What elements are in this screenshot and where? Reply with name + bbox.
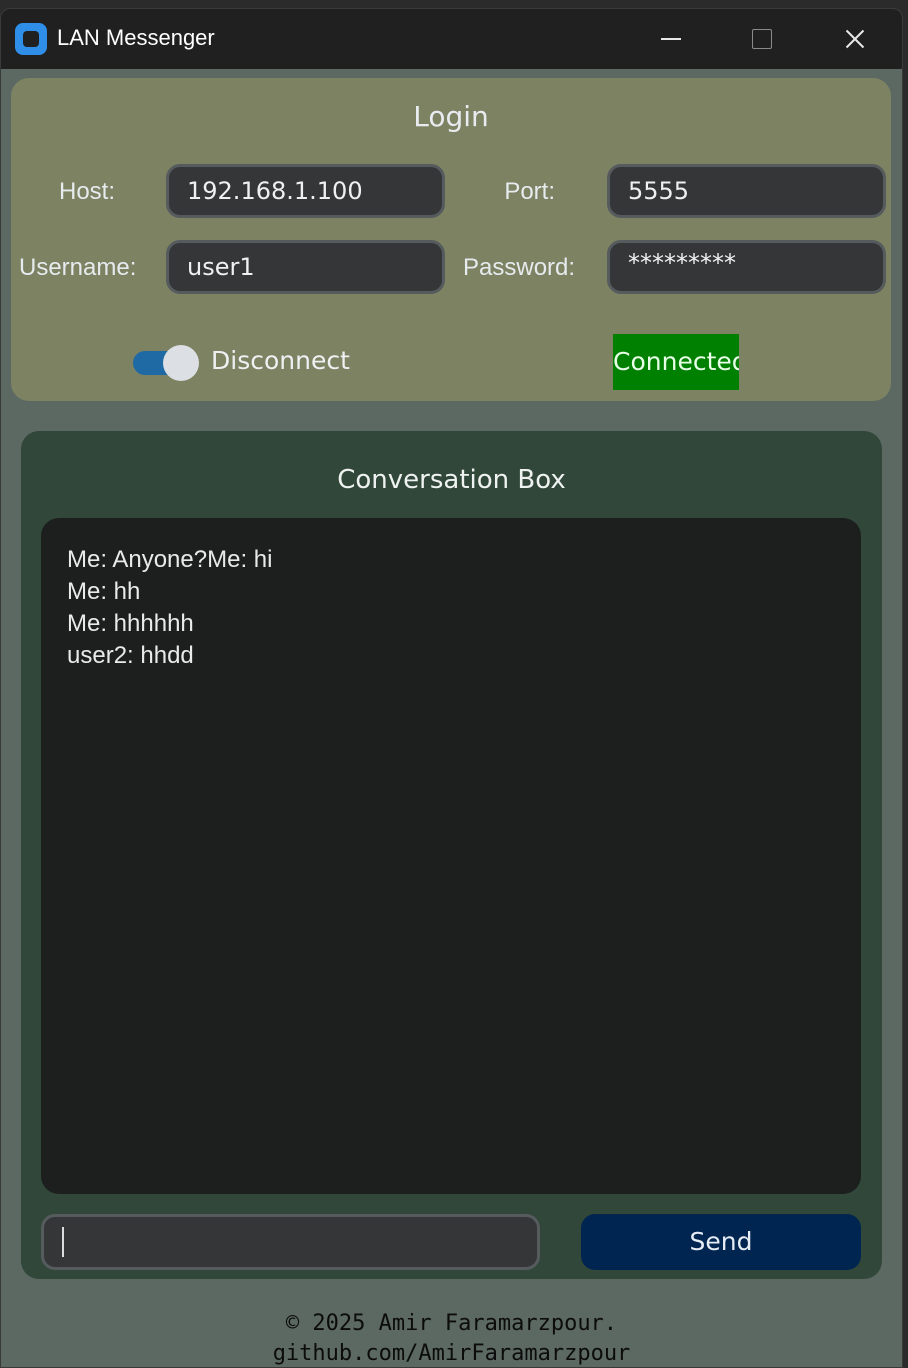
- port-label: Port:: [504, 178, 555, 205]
- username-input[interactable]: user1: [166, 240, 445, 294]
- connect-toggle[interactable]: [133, 345, 199, 381]
- text-caret: [62, 1227, 64, 1257]
- send-button[interactable]: Send: [581, 1214, 861, 1270]
- title-bar[interactable]: LAN Messenger: [1, 9, 902, 69]
- status-badge: Connected: [613, 334, 739, 390]
- login-title: Login: [413, 100, 489, 133]
- username-label: Username:: [19, 254, 137, 281]
- message-line: Me: Anyone?Me: hi: [67, 546, 273, 573]
- login-panel: Login Host: 192.168.1.100 Port: 5555 Use…: [11, 78, 891, 401]
- conversation-title: Conversation Box: [337, 465, 566, 495]
- password-label: Password:: [463, 254, 576, 281]
- close-icon[interactable]: [833, 19, 877, 59]
- conversation-box[interactable]: Me: Anyone?Me: hi Me: hh Me: hhhhhh user…: [41, 518, 861, 1194]
- toggle-label[interactable]: Disconnect: [211, 346, 350, 375]
- github-link[interactable]: github.com/AmirFaramarzpour: [1, 1339, 902, 1367]
- app-window: LAN Messenger Login Host: 192.168.1.100 …: [0, 8, 903, 1368]
- message-line: Me: hh: [67, 578, 141, 605]
- password-input[interactable]: *********: [607, 240, 886, 294]
- copyright-text: © 2025 Amir Faramarzpour.: [285, 1311, 618, 1336]
- host-label: Host:: [58, 178, 115, 205]
- port-input[interactable]: 5555: [607, 164, 886, 218]
- window-title: LAN Messenger: [57, 25, 215, 50]
- minimize-icon[interactable]: [649, 19, 693, 59]
- footer: © 2025 Amir Faramarzpour. github.com/Ami…: [1, 1309, 902, 1367]
- maximize-icon[interactable]: [739, 19, 783, 59]
- host-input[interactable]: 192.168.1.100: [166, 164, 445, 218]
- app-icon: [15, 23, 47, 55]
- conversation-panel: Conversation Box Me: Anyone?Me: hi Me: h…: [21, 431, 882, 1279]
- message-input[interactable]: [41, 1214, 540, 1270]
- toggle-knob: [163, 345, 199, 381]
- message-line: Me: hhhhhh: [67, 610, 194, 637]
- message-line: user2: hhdd: [67, 642, 194, 669]
